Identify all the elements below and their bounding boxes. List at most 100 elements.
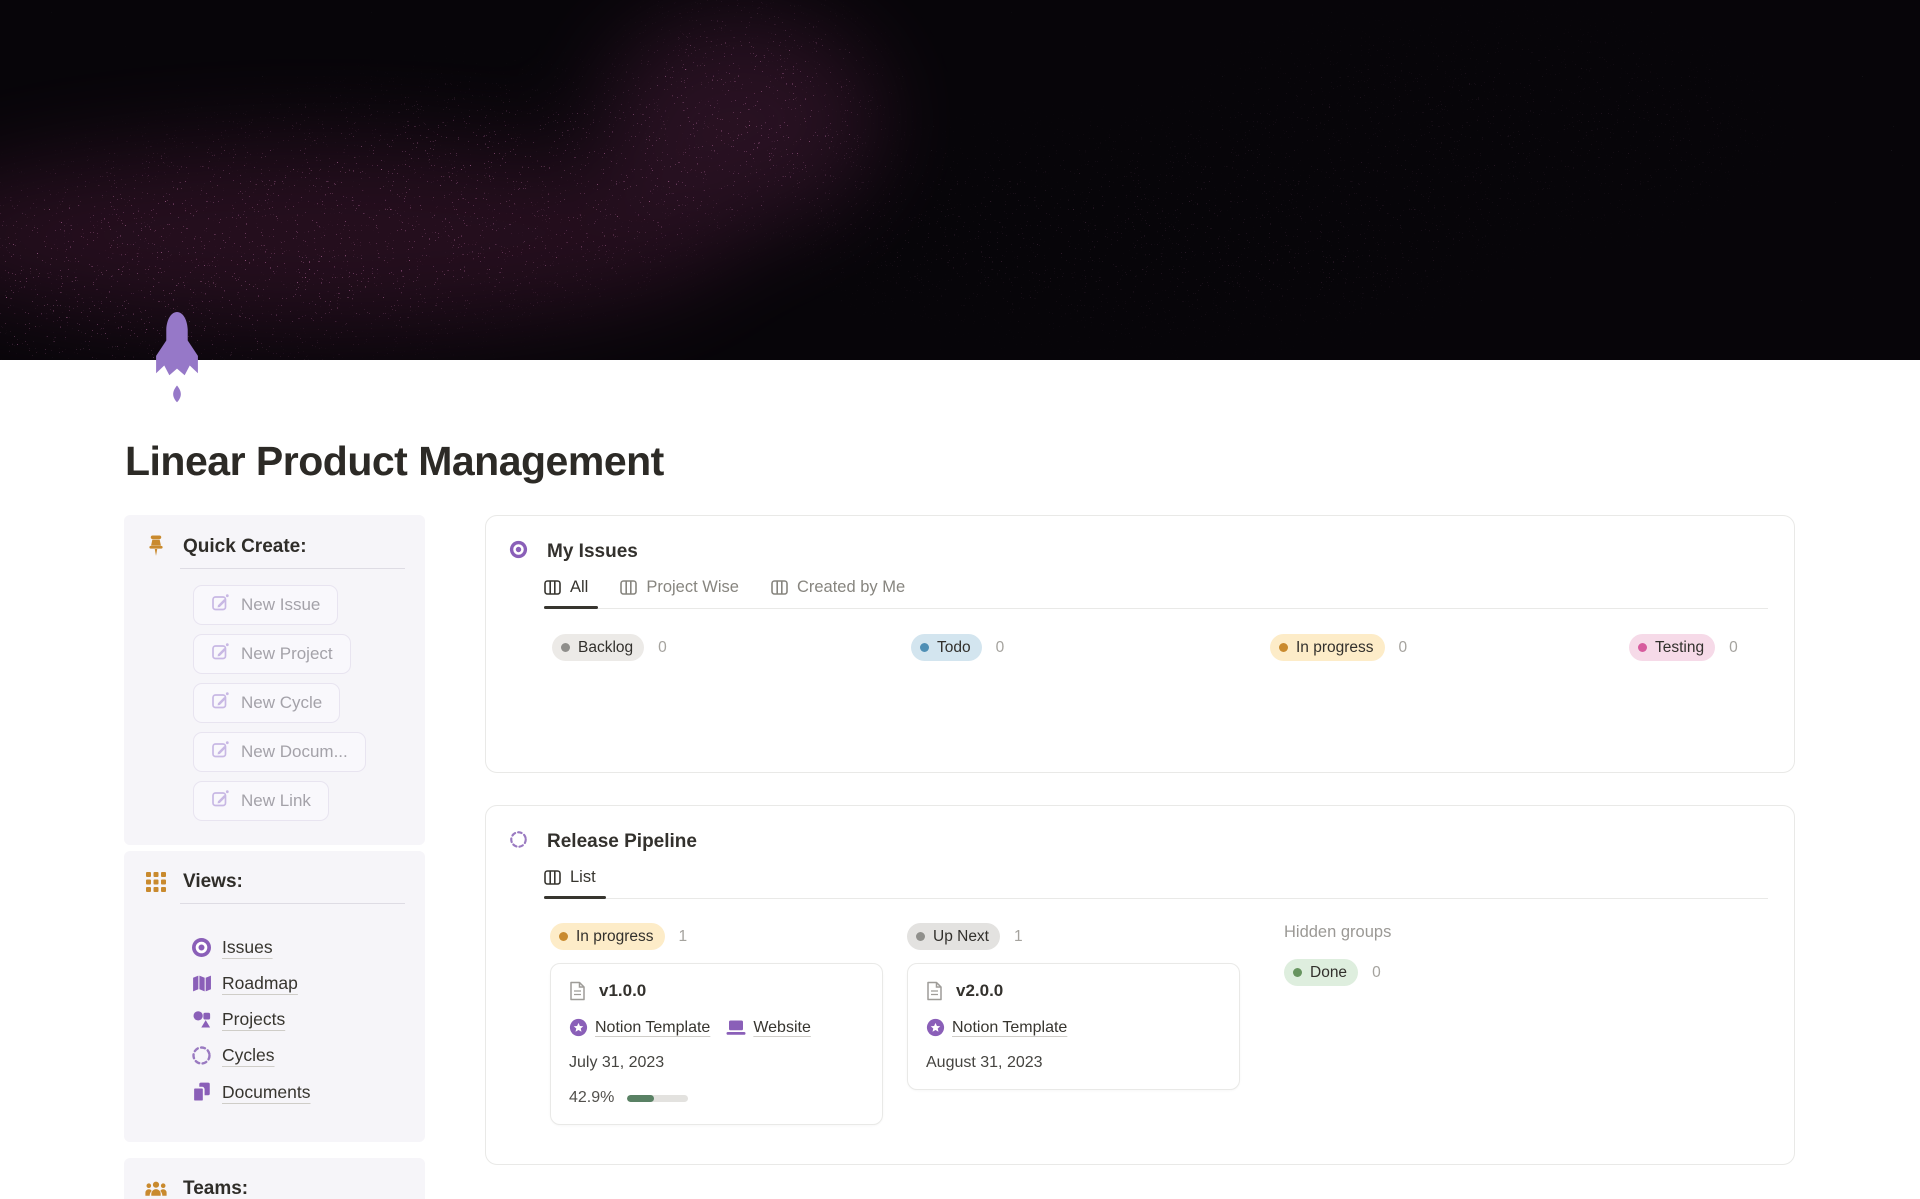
hidden-groups-heading: Hidden groups <box>1284 923 1392 941</box>
website-link[interactable]: Website <box>726 1019 811 1037</box>
notion-template-link[interactable]: Notion Template <box>926 1018 1067 1037</box>
tab-list[interactable]: List <box>544 868 606 899</box>
release-pipeline-groups: In progress 1 v1.0.0 Notion Template Web… <box>550 923 1768 1125</box>
my-issues-panel: My Issues All Project Wise Created by Me <box>485 515 1795 773</box>
page-icon <box>570 981 585 1001</box>
new-issue-button[interactable]: New Issue <box>193 585 339 625</box>
sidebar-item-projects[interactable]: Projects <box>190 1009 405 1030</box>
card-date: July 31, 2023 <box>569 1054 665 1071</box>
sidebar-item-cycles[interactable]: Cycles <box>190 1045 405 1066</box>
star-circle-icon <box>926 1018 945 1037</box>
status-badge-testing[interactable]: Testing <box>1629 634 1716 661</box>
status-badge-done[interactable]: Done <box>1284 959 1359 986</box>
tab-project-wise[interactable]: Project Wise <box>620 578 749 608</box>
documents-pages-icon <box>190 1081 212 1103</box>
status-label: Testing <box>1655 638 1705 656</box>
views-heading: Views: <box>183 871 243 892</box>
card-title[interactable]: v1.0.0 <box>599 981 646 1001</box>
cycles-dashed-circle-icon <box>190 1045 212 1066</box>
release-pipeline-title: Release Pipeline <box>547 831 697 852</box>
roadmap-map-icon <box>190 973 212 994</box>
status-badge-backlog[interactable]: Backlog <box>552 634 645 661</box>
teams-header: Teams: <box>144 1178 405 1199</box>
board-view-icon <box>544 580 561 595</box>
tab-all[interactable]: All <box>544 578 599 609</box>
release-card-v1[interactable]: v1.0.0 Notion Template Website July 31, … <box>550 963 883 1125</box>
new-issue-label: New Issue <box>241 595 321 614</box>
status-badge-todo[interactable]: Todo <box>911 634 982 661</box>
group-count: 0 <box>658 638 667 656</box>
card-title-row: v1.0.0 <box>569 981 864 1001</box>
group-count: 0 <box>995 638 1005 656</box>
tag-label: Notion Template <box>595 1018 711 1036</box>
sidebar-item-label: Roadmap <box>222 973 298 993</box>
release-card-v2[interactable]: v2.0.0 Notion Template August 31, 2023 <box>907 963 1240 1090</box>
tab-label: Created by Me <box>796 578 906 596</box>
sidebar: Quick Create: New Issue New Project New … <box>124 515 425 1199</box>
compose-icon <box>211 740 230 764</box>
issues-donut-icon <box>190 937 212 958</box>
group-header: In progress 1 <box>550 923 883 950</box>
status-label: Up Next <box>933 927 989 945</box>
status-dot <box>561 643 570 652</box>
new-cycle-button[interactable]: New Cycle <box>193 683 341 723</box>
content-layout: Quick Create: New Issue New Project New … <box>0 485 1920 1199</box>
page-title: Linear Product Management <box>125 438 664 484</box>
cover-image <box>0 0 1920 360</box>
views-header: Views: <box>144 871 405 893</box>
page-icon <box>927 981 942 1001</box>
status-dot <box>1293 968 1302 977</box>
status-dot <box>1279 643 1288 652</box>
sidebar-item-roadmap[interactable]: Roadmap <box>190 973 405 994</box>
status-badge-in-progress[interactable]: In progress <box>550 923 665 950</box>
new-link-button[interactable]: New Link <box>193 781 329 821</box>
card-title[interactable]: v2.0.0 <box>956 981 1003 1001</box>
projects-shapes-icon <box>190 1009 212 1030</box>
new-document-label: New Docum... <box>241 742 348 761</box>
status-badge-in-progress[interactable]: In progress <box>1270 634 1385 661</box>
progress-percent: 42.9% <box>569 1089 615 1106</box>
card-date: August 31, 2023 <box>926 1054 1043 1071</box>
rocket-icon <box>156 312 198 403</box>
status-dot <box>559 932 568 941</box>
dashed-circle-icon <box>509 830 528 854</box>
people-icon <box>144 1180 168 1199</box>
sidebar-item-issues[interactable]: Issues <box>190 937 405 958</box>
progress-bar <box>627 1094 689 1102</box>
card-title-row: v2.0.0 <box>926 981 1221 1001</box>
group-column-up-next: Up Next 1 v2.0.0 Notion Template August … <box>907 923 1240 1125</box>
hidden-groups-column: Hidden groups Done 0 <box>1264 923 1768 1125</box>
status-label: Done <box>1310 963 1348 981</box>
notion-template-link[interactable]: Notion Template <box>569 1018 710 1037</box>
tab-label: All <box>570 578 589 596</box>
sidebar-item-documents[interactable]: Documents <box>190 1081 405 1103</box>
compose-icon <box>211 642 230 666</box>
compose-icon <box>211 789 230 813</box>
group-header: Up Next 1 <box>907 923 1240 950</box>
pushpin-icon <box>144 535 168 558</box>
tab-created-by-me[interactable]: Created by Me <box>771 578 915 608</box>
quick-create-heading: Quick Create: <box>183 535 307 557</box>
status-label: Backlog <box>578 638 634 656</box>
tab-label: Project Wise <box>646 578 739 596</box>
tag-label: Website <box>753 1018 811 1036</box>
status-dot <box>1638 643 1647 652</box>
views-card: Views: Issues Roadmap Projects Cycles Do… <box>124 851 425 1142</box>
group-count: 0 <box>1398 638 1408 656</box>
release-pipeline-header: Release Pipeline <box>486 806 1794 854</box>
new-project-button[interactable]: New Project <box>193 634 351 674</box>
sidebar-item-label: Issues <box>222 937 273 957</box>
compose-icon <box>211 691 230 715</box>
group-count: 1 <box>1014 927 1023 945</box>
compose-icon <box>211 593 230 617</box>
sidebar-item-label: Cycles <box>222 1045 275 1065</box>
page-icon-rocket[interactable] <box>150 312 204 414</box>
status-badge-up-next[interactable]: Up Next <box>907 923 1000 950</box>
tag-label: Notion Template <box>952 1018 1068 1036</box>
release-pipeline-panel: Release Pipeline List In progress 1 v1.0… <box>485 805 1795 1165</box>
new-document-button[interactable]: New Docum... <box>193 732 366 772</box>
status-label: Todo <box>937 638 971 656</box>
board-view-icon <box>620 580 638 595</box>
progress-bar-fill <box>627 1094 654 1102</box>
group-count: 0 <box>1729 638 1738 656</box>
